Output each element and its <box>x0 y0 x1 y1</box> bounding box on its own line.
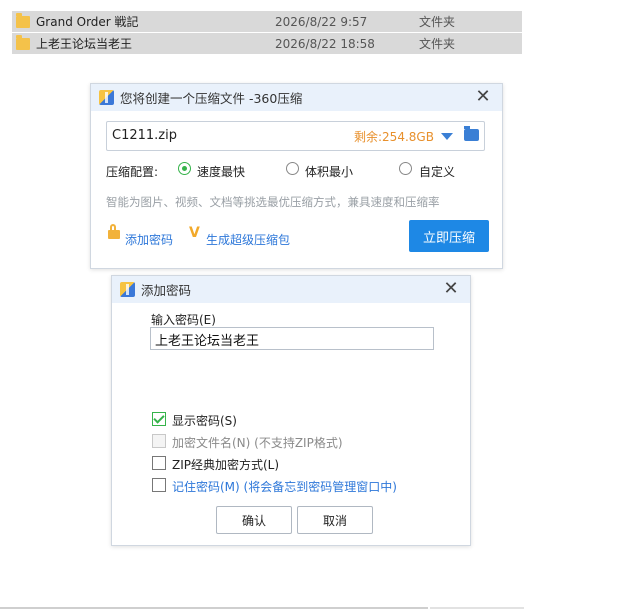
file-name: 上老王论坛当老王 <box>36 37 133 51</box>
browse-folder-icon[interactable] <box>464 126 479 141</box>
file-date: 2026/8/22 18:58 <box>275 36 375 51</box>
bottom-scrollbar-track <box>0 607 428 609</box>
bottom-scrollbar-track-2 <box>430 607 524 609</box>
radio-custom[interactable] <box>399 162 412 175</box>
compress-dialog-titlebar: 您将创建一个压缩文件 -360压缩 ✕ <box>91 84 502 111</box>
archive-path-field[interactable]: C1211.zip 剩余:254.8GB <box>106 121 485 151</box>
archive-filename[interactable]: C1211.zip <box>112 128 177 143</box>
radio-smallest-label[interactable]: 体积最小 <box>305 163 353 180</box>
v-badge-icon: V <box>189 225 200 241</box>
compress-dialog: 您将创建一个压缩文件 -360压缩 ✕ C1211.zip 剩余:254.8GB… <box>90 83 503 269</box>
archive-app-icon <box>99 90 114 105</box>
free-space-label: 剩余:254.8GB <box>354 130 434 144</box>
archive-app-icon <box>120 282 135 297</box>
password-dialog-titlebar: 添加密码 ✕ <box>112 276 470 303</box>
chevron-down-icon[interactable] <box>441 133 453 140</box>
file-type: 文件夹 <box>419 15 456 29</box>
file-name: Grand Order 戦記 <box>36 15 139 29</box>
radio-fastest-label[interactable]: 速度最快 <box>197 163 245 180</box>
lock-icon <box>108 224 120 239</box>
compress-hint: 智能为图片、视频、文档等挑选最优压缩方式，兼具速度和压缩率 <box>106 195 440 209</box>
radio-custom-label[interactable]: 自定义 <box>419 163 455 180</box>
password-dialog-title: 添加密码 <box>141 283 192 298</box>
close-icon[interactable]: ✕ <box>474 88 492 106</box>
compress-dialog-title: 您将创建一个压缩文件 -360压缩 <box>120 91 303 106</box>
zip-classic-checkbox[interactable] <box>152 456 166 470</box>
compress-config-label: 压缩配置: <box>106 165 159 179</box>
add-password-link[interactable]: 添加密码 <box>125 231 173 248</box>
ok-button[interactable]: 确认 <box>216 506 292 534</box>
encrypt-filename-checkbox <box>152 434 166 448</box>
radio-fastest[interactable] <box>178 162 191 175</box>
radio-smallest[interactable] <box>286 162 299 175</box>
remember-password-checkbox[interactable] <box>152 478 166 492</box>
file-row-laowang[interactable]: 上老王论坛当老王 2026/8/22 18:58 文件夹 <box>12 33 522 54</box>
show-password-checkbox[interactable] <box>152 412 166 426</box>
file-type: 文件夹 <box>419 37 456 51</box>
password-input-label: 输入密码(E) <box>151 313 216 327</box>
super-package-link[interactable]: 生成超级压缩包 <box>206 231 290 248</box>
show-password-label[interactable]: 显示密码(S) <box>172 412 237 429</box>
close-icon[interactable]: ✕ <box>442 280 460 298</box>
password-dialog: 添加密码 ✕ 输入密码(E) 上老王论坛当老王 显示密码(S) 加密文件名(N)… <box>111 275 471 546</box>
password-input[interactable]: 上老王论坛当老王 <box>150 327 434 350</box>
remember-password-label[interactable]: 记住密码(M) (将会备忘到密码管理窗口中) <box>172 478 397 495</box>
folder-icon <box>16 12 30 28</box>
file-date: 2026/8/22 9:57 <box>275 14 368 29</box>
compress-now-button[interactable]: 立即压缩 <box>409 220 489 252</box>
file-row-grand-order[interactable]: Grand Order 戦記 2026/8/22 9:57 文件夹 <box>12 11 522 32</box>
cancel-button[interactable]: 取消 <box>297 506 373 534</box>
encrypt-filename-label: 加密文件名(N) (不支持ZIP格式) <box>172 436 343 450</box>
zip-classic-label[interactable]: ZIP经典加密方式(L) <box>172 456 279 473</box>
folder-icon <box>16 34 30 50</box>
